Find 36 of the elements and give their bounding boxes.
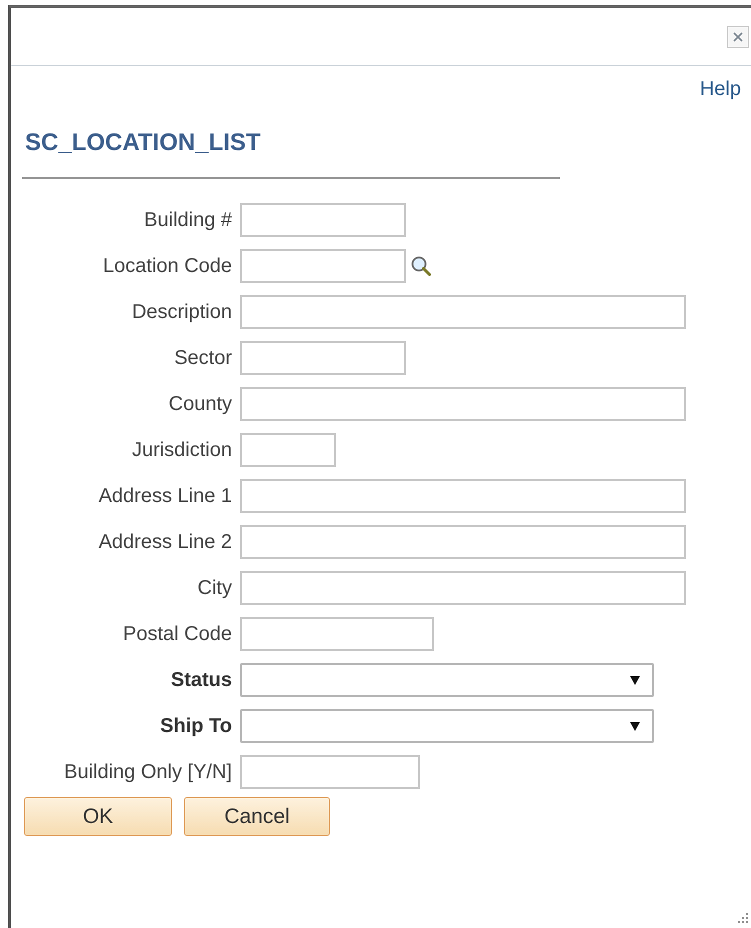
- input-field[interactable]: [240, 617, 434, 651]
- input-field[interactable]: [240, 571, 686, 605]
- field-label: Ship To: [159, 714, 233, 738]
- input-field[interactable]: [240, 433, 336, 467]
- input-field[interactable]: [240, 341, 406, 375]
- dialog-title: SC_LOCATION_LIST: [25, 129, 262, 157]
- dropdown-field[interactable]: [240, 663, 654, 697]
- resize-grip-icon[interactable]: [737, 912, 749, 924]
- dropdown-field[interactable]: [240, 709, 654, 743]
- field-label: Building Only [Y/N]: [63, 760, 233, 784]
- search-icon[interactable]: [410, 255, 432, 277]
- input-field[interactable]: [240, 755, 420, 789]
- input-field[interactable]: [240, 203, 406, 237]
- field-label: Building #: [143, 208, 233, 232]
- field-label: Description: [130, 300, 233, 324]
- field-label: Address Line 2: [98, 530, 233, 554]
- field-label: Jurisdiction: [130, 438, 233, 462]
- field-label: Postal Code: [122, 622, 233, 646]
- field-label: Location Code: [102, 254, 233, 278]
- input-field[interactable]: [240, 387, 686, 421]
- dropdown-arrow-icon: [630, 722, 640, 730]
- dialog-button[interactable]: OK: [24, 797, 172, 836]
- dropdown-arrow-icon: [630, 676, 640, 684]
- close-button[interactable]: [727, 26, 749, 48]
- field-label: Sector: [173, 346, 233, 370]
- field-label: Status: [170, 668, 233, 692]
- input-field[interactable]: [240, 249, 406, 283]
- dialog-button[interactable]: Cancel: [184, 797, 330, 836]
- field-label: City: [196, 576, 233, 600]
- field-label: County: [168, 392, 233, 416]
- input-field[interactable]: [240, 479, 686, 513]
- help-link[interactable]: Help: [700, 78, 741, 101]
- close-icon: [733, 32, 743, 42]
- field-label: Address Line 1: [98, 484, 233, 508]
- input-field[interactable]: [240, 525, 686, 559]
- input-field[interactable]: [240, 295, 686, 329]
